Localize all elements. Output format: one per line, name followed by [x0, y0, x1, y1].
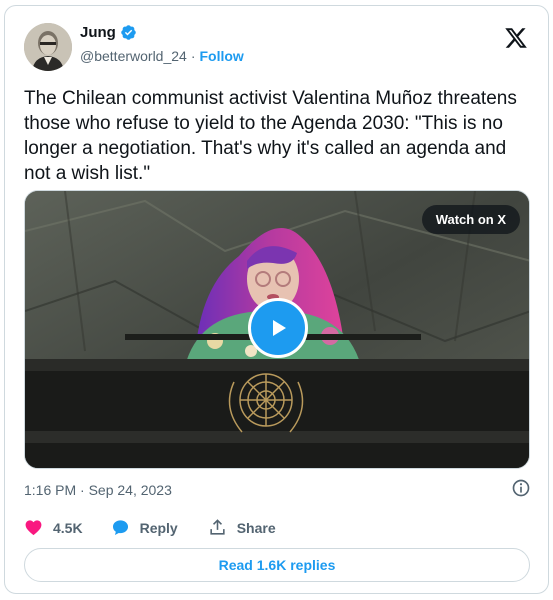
- share-button[interactable]: Share: [208, 518, 276, 537]
- x-logo-icon[interactable]: [504, 26, 528, 50]
- video-player[interactable]: Watch on X: [24, 190, 530, 469]
- author-name[interactable]: Jung: [80, 24, 116, 41]
- author-handle[interactable]: @betterworld_24: [80, 48, 187, 64]
- share-icon: [210, 519, 225, 535]
- reply-icon: [112, 520, 128, 536]
- verified-badge-icon: [121, 25, 136, 40]
- play-icon: [273, 320, 286, 336]
- like-button[interactable]: 4.5K: [24, 518, 83, 537]
- separator-dot: ·: [190, 48, 196, 64]
- avatar[interactable]: [24, 23, 72, 71]
- reply-label: Reply: [139, 519, 178, 536]
- watch-on-x-button[interactable]: Watch on X: [421, 205, 520, 234]
- tweet-text: The Chilean communist activist Valentina…: [24, 88, 517, 184]
- share-label: Share: [236, 519, 276, 536]
- read-replies-button[interactable]: Read 1.6K replies: [24, 548, 530, 582]
- play-button[interactable]: [248, 298, 308, 358]
- tweet-card: Jung @betterworld_24 · Follow The Chilea…: [4, 5, 549, 594]
- heart-icon: [25, 520, 42, 536]
- follow-button[interactable]: Follow: [200, 48, 244, 64]
- tweet-timestamp[interactable]: 1:16 PM · Sep 24, 2023: [24, 482, 172, 498]
- info-icon[interactable]: [511, 478, 531, 498]
- like-count: 4.5K: [53, 519, 83, 536]
- reply-button[interactable]: Reply: [111, 518, 178, 537]
- action-bar: 4.5K Reply Share: [24, 518, 276, 537]
